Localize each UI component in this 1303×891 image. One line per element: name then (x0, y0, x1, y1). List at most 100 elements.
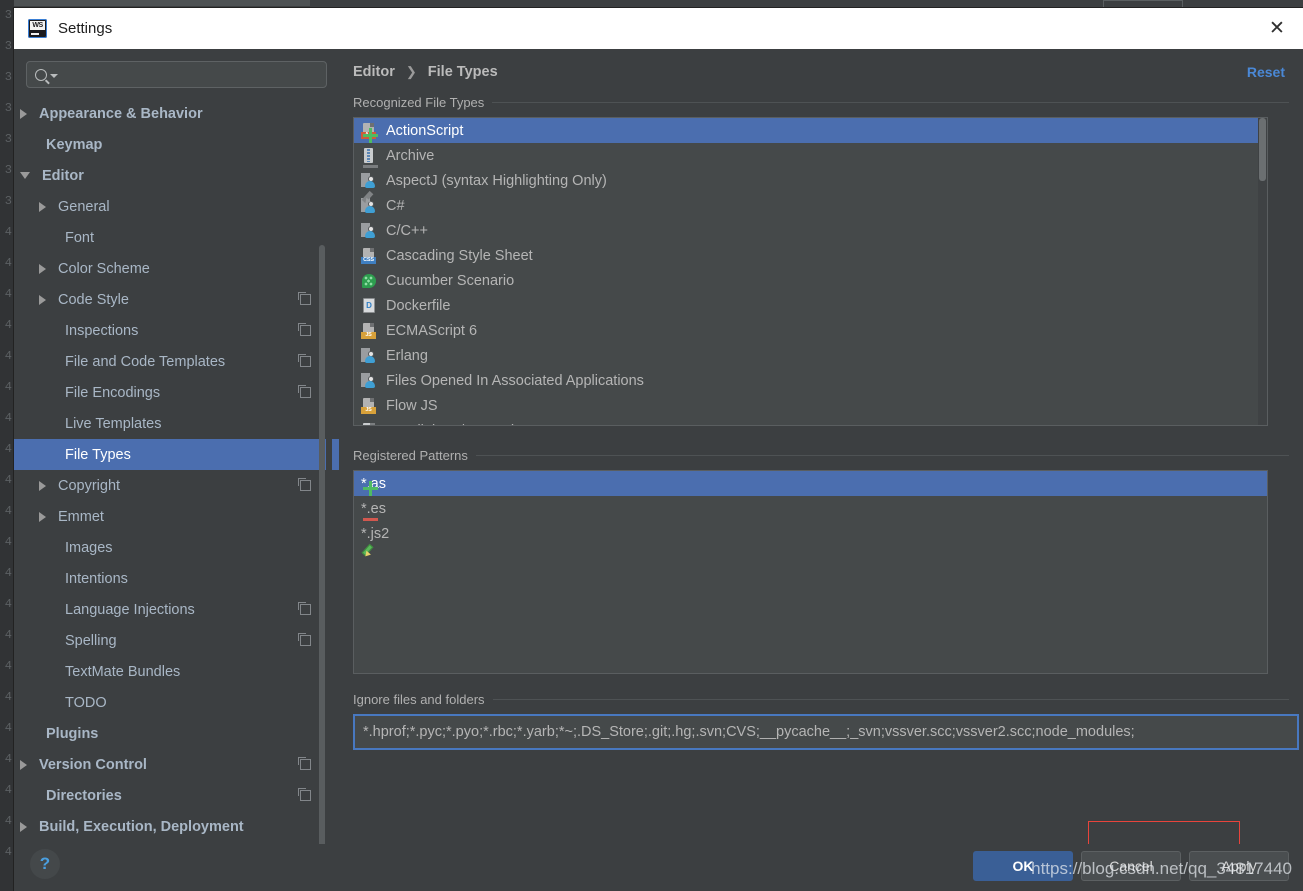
remove-pattern-button[interactable] (356, 506, 384, 532)
file-type-row[interactable]: Cucumber Scenario (354, 268, 1267, 293)
sidebar-item-label: Intentions (65, 570, 128, 587)
chevron-down-icon[interactable] (50, 74, 58, 78)
recognized-file-types-list[interactable]: AS ActionScript Archive AspectJ (syntax Hig… (353, 117, 1268, 426)
ignore-files-title: Ignore files and folders (353, 692, 485, 707)
file-type-label: Erlang (386, 347, 428, 364)
sidebar-item-label: TextMate Bundles (65, 663, 181, 680)
sidebar-item-font[interactable]: Font (14, 222, 339, 253)
sidebar-item-plugins[interactable]: Plugins (14, 718, 339, 749)
sidebar-item-language-injections[interactable]: Language Injections (14, 594, 339, 625)
help-button[interactable]: ? (30, 849, 60, 879)
sidebar-item-label: Copyright (58, 477, 121, 494)
sidebar-item-label: Build, Execution, Deployment (39, 818, 244, 835)
sidebar-item-copyright[interactable]: Copyright (14, 470, 339, 501)
file-types-scrollbar-track[interactable] (1258, 118, 1267, 425)
file-type-row[interactable]: AspectJ (syntax Highlighting Only) (354, 168, 1267, 193)
file-type-row[interactable]: JS ECMAScript 6 (354, 318, 1267, 343)
pattern-row[interactable]: *.as (354, 471, 1267, 496)
search-icon (35, 68, 47, 81)
ok-button[interactable]: OK (973, 851, 1073, 881)
close-icon[interactable]: ✕ (1251, 8, 1303, 49)
sidebar-item-general[interactable]: General (14, 191, 339, 222)
file-type-row[interactable]: C/C++ (354, 218, 1267, 243)
settings-content: Editor ❯ File Types Reset Recognized Fil… (339, 49, 1303, 844)
pattern-row[interactable]: *.js2 (354, 521, 1267, 546)
sidebar-item-intentions[interactable]: Intentions (14, 563, 339, 594)
remove-file-type-button[interactable] (356, 153, 384, 179)
sidebar-item-label: Version Control (39, 756, 147, 773)
sidebar-item-label: Code Style (58, 291, 129, 308)
sidebar-item-inspections[interactable]: Inspections (14, 315, 339, 346)
sidebar-scrollbar-track[interactable] (319, 147, 332, 844)
group-divider (492, 699, 1289, 700)
chevron-right-icon[interactable] (39, 294, 46, 305)
file-type-row[interactable]: Files Opened In Associated Applications (354, 368, 1267, 393)
group-divider (475, 455, 1289, 456)
chevron-right-icon[interactable] (39, 480, 46, 491)
chevron-right-icon[interactable] (20, 759, 27, 770)
sidebar-item-directories[interactable]: Directories (14, 780, 339, 811)
chevron-down-icon[interactable] (20, 172, 30, 179)
add-pattern-button[interactable] (356, 475, 384, 501)
patterns-toolbar (353, 470, 387, 679)
breadcrumb-parent[interactable]: Editor (353, 64, 395, 80)
sidebar-item-file-and-code-templates[interactable]: File and Code Templates (14, 346, 339, 377)
search-input[interactable] (26, 61, 327, 88)
sidebar-item-file-types[interactable]: File Types (14, 439, 339, 470)
file-type-row[interactable]: CSS Cascading Style Sheet (354, 243, 1267, 268)
sidebar-item-label: Emmet (58, 508, 104, 525)
file-type-row[interactable]: AS ActionScript (354, 118, 1267, 143)
edit-pattern-button[interactable] (356, 537, 384, 563)
file-type-row[interactable]: Archive (354, 143, 1267, 168)
sidebar-item-label: File Encodings (65, 384, 161, 401)
sidebar-item-label: General (58, 198, 110, 215)
pattern-row[interactable]: *.es (354, 496, 1267, 521)
file-type-row[interactable]: Handlebars/Mustache (354, 418, 1267, 425)
sidebar-item-spelling[interactable]: Spelling (14, 625, 339, 656)
file-type-row[interactable]: Erlang (354, 343, 1267, 368)
sidebar-item-live-templates[interactable]: Live Templates (14, 408, 339, 439)
webstorm-icon: WS (28, 19, 47, 38)
project-config-icon (298, 633, 311, 646)
chevron-right-icon[interactable] (20, 108, 27, 119)
chevron-right-icon[interactable] (39, 201, 46, 212)
file-type-row[interactable]: JS Flow JS (354, 393, 1267, 418)
file-type-row[interactable]: D Dockerfile (354, 293, 1267, 318)
sidebar-item-editor[interactable]: Editor (14, 160, 339, 191)
breadcrumb-separator-icon: ❯ (405, 64, 417, 79)
add-file-type-button[interactable] (356, 122, 384, 148)
plus-icon (362, 480, 378, 496)
file-type-row[interactable]: C# (354, 193, 1267, 218)
sidebar-item-images[interactable]: Images (14, 532, 339, 563)
sidebar-item-label: Language Injections (65, 601, 195, 618)
apply-button[interactable]: Apply (1189, 851, 1289, 881)
sidebar-item-textmate-bundles[interactable]: TextMate Bundles (14, 656, 339, 687)
sidebar-item-emmet[interactable]: Emmet (14, 501, 339, 532)
settings-tree: Appearance & Behavior Keymap Editor General… (14, 98, 339, 842)
registered-patterns-list[interactable]: *.as *.es *.js2 (353, 470, 1268, 674)
chevron-right-icon[interactable] (39, 511, 46, 522)
sidebar-item-build-execution-deployment[interactable]: Build, Execution, Deployment (14, 811, 339, 842)
chevron-right-icon[interactable] (39, 263, 46, 274)
sidebar-item-color-scheme[interactable]: Color Scheme (14, 253, 339, 284)
ignore-files-input[interactable]: *.hprof;*.pyc;*.pyo;*.rbc;*.yarb;*~;.DS_… (353, 714, 1299, 750)
sidebar-item-code-style[interactable]: Code Style (14, 284, 339, 315)
project-config-icon (298, 385, 311, 398)
chevron-right-icon[interactable] (20, 821, 27, 832)
sidebar-scrollbar-thumb[interactable] (319, 245, 325, 844)
cancel-button[interactable]: Cancel (1081, 851, 1181, 881)
file-type-label: C# (386, 197, 405, 214)
sidebar-item-version-control[interactable]: Version Control (14, 749, 339, 780)
reset-link[interactable]: Reset (1247, 64, 1285, 80)
sidebar-item-keymap[interactable]: Keymap (14, 129, 339, 160)
sidebar-item-appearance-behavior[interactable]: Appearance & Behavior (14, 98, 339, 129)
sidebar-item-file-encodings[interactable]: File Encodings (14, 377, 339, 408)
minus-icon (362, 164, 378, 168)
sidebar-item-label: Font (65, 229, 95, 246)
project-config-icon (298, 323, 311, 336)
file-type-label: Archive (386, 147, 435, 164)
sidebar-item-todo[interactable]: TODO (14, 687, 339, 718)
file-types-scrollbar-thumb[interactable] (1259, 118, 1266, 181)
sidebar-item-label: Plugins (46, 725, 99, 742)
edit-file-type-button[interactable] (356, 184, 384, 210)
